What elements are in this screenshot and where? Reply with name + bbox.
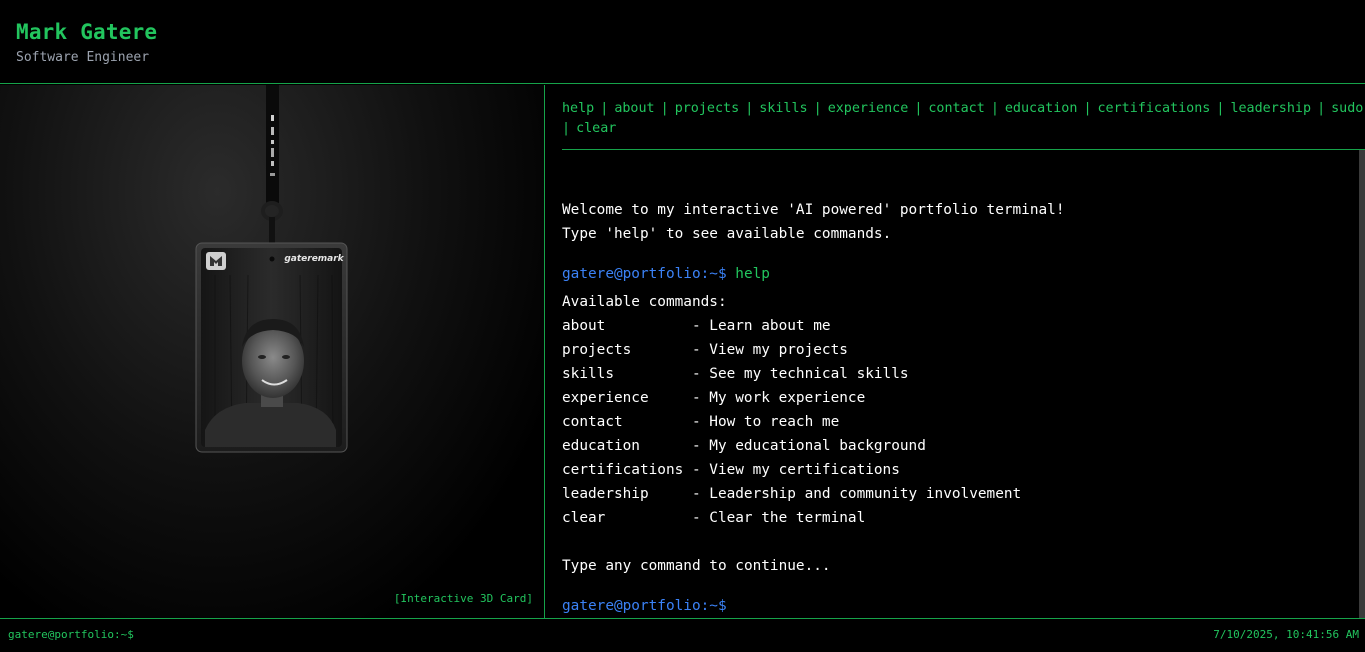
- command-description: Leadership and community involvement: [709, 486, 1022, 502]
- continue-text: Type any command to continue...: [562, 558, 831, 574]
- card-caption: [Interactive 3D Card]: [393, 592, 533, 605]
- nav-clear[interactable]: clear: [576, 121, 616, 136]
- command-description: My work experience: [709, 390, 866, 406]
- id-card[interactable]: gateremark: [195, 242, 348, 453]
- nav-sudo[interactable]: sudo: [1331, 101, 1363, 116]
- command-row: projects - View my projects: [562, 338, 1065, 362]
- command-row: about - Learn about me: [562, 314, 1065, 338]
- lanyard-strap[interactable]: [261, 85, 283, 245]
- command-nav: help | about | projects | skills | experience | co…: [562, 99, 1365, 139]
- command-name: education: [562, 438, 640, 454]
- status-prompt: gatere@portfolio:~$: [8, 628, 134, 641]
- nav-contact[interactable]: contact: [928, 101, 984, 116]
- command-name: projects: [562, 342, 632, 358]
- nav-separator: |: [660, 101, 669, 116]
- site-header: Mark Gatere Software Engineer: [0, 0, 1365, 84]
- nav-projects[interactable]: projects: [675, 101, 740, 116]
- command-name: clear: [562, 510, 606, 526]
- command-description: Learn about me: [709, 318, 831, 334]
- nav-separator: |: [745, 101, 754, 116]
- input-line[interactable]: gatere@portfolio:~$: [562, 594, 1065, 618]
- terminal-scrollbar[interactable]: [1359, 150, 1365, 618]
- nav-certifications[interactable]: certifications: [1098, 101, 1211, 116]
- page-subtitle: Software Engineer: [16, 50, 150, 65]
- commands-list: about - Learn about me projects - View my…: [562, 314, 1065, 530]
- nav-about[interactable]: about: [614, 101, 654, 116]
- nav-row-2: | clear: [562, 119, 1365, 139]
- command-name: experience: [562, 390, 649, 406]
- command-description: View my projects: [709, 342, 848, 358]
- commands-header: Available commands:: [562, 294, 727, 310]
- terminal-prompt: gatere@portfolio:~$: [562, 266, 727, 282]
- command-row: education - My educational background: [562, 434, 1065, 458]
- nav-separator: |: [914, 101, 923, 116]
- nav-separator: |: [1083, 101, 1092, 116]
- command-row: clear - Clear the terminal: [562, 506, 1065, 530]
- typed-command: help: [735, 266, 770, 282]
- brand-logo-icon: [206, 252, 226, 270]
- command-name: certifications: [562, 462, 684, 478]
- command-name: skills: [562, 366, 614, 382]
- command-row: contact - How to reach me: [562, 410, 1065, 434]
- nav-leadership[interactable]: leadership: [1230, 101, 1311, 116]
- id-card-panel: gateremark [Interactive 3D Card]: [0, 85, 545, 618]
- nav-row-1: help | about | projects | skills | experience | co…: [562, 99, 1365, 119]
- command-description: View my certifications: [709, 462, 900, 478]
- command-name: contact: [562, 414, 623, 430]
- nav-divider: [562, 149, 1365, 150]
- nav-separator: |: [562, 121, 571, 136]
- welcome-line-2: Type 'help' to see available commands.: [562, 226, 892, 242]
- terminal-output: Welcome to my interactive 'AI powered' p…: [562, 174, 1065, 618]
- nav-separator: |: [600, 101, 609, 116]
- nav-separator: |: [990, 101, 999, 116]
- nav-help[interactable]: help: [562, 101, 594, 116]
- command-name: leadership: [562, 486, 649, 502]
- command-echo: gatere@portfolio:~$ help: [562, 262, 1065, 286]
- nav-separator: |: [1216, 101, 1225, 116]
- command-description: How to reach me: [709, 414, 840, 430]
- command-row: experience - My work experience: [562, 386, 1065, 410]
- terminal-panel[interactable]: help | about | projects | skills | experience | co…: [546, 85, 1365, 618]
- card-brand-text: gateremark: [284, 254, 344, 264]
- command-description: My educational background: [709, 438, 926, 454]
- status-bar: gatere@portfolio:~$ 7/10/2025, 10:41:56 …: [0, 618, 1365, 652]
- id-card-3d[interactable]: gateremark: [0, 85, 545, 618]
- command-row: certifications - View my certifications: [562, 458, 1065, 482]
- page-title: Mark Gatere: [16, 20, 158, 44]
- nav-experience[interactable]: experience: [828, 101, 909, 116]
- nav-education[interactable]: education: [1005, 101, 1078, 116]
- welcome-line-1: Welcome to my interactive 'AI powered' p…: [562, 202, 1065, 218]
- command-name: about: [562, 318, 606, 334]
- nav-skills[interactable]: skills: [759, 101, 807, 116]
- command-row: skills - See my technical skills: [562, 362, 1065, 386]
- status-datetime: 7/10/2025, 10:41:56 AM: [1213, 628, 1359, 641]
- terminal-input-prompt: gatere@portfolio:~$: [562, 598, 727, 614]
- command-description: Clear the terminal: [709, 510, 866, 526]
- nav-separator: |: [1317, 101, 1326, 116]
- command-row: leadership - Leadership and community in…: [562, 482, 1065, 506]
- command-description: See my technical skills: [709, 366, 909, 382]
- nav-separator: |: [813, 101, 822, 116]
